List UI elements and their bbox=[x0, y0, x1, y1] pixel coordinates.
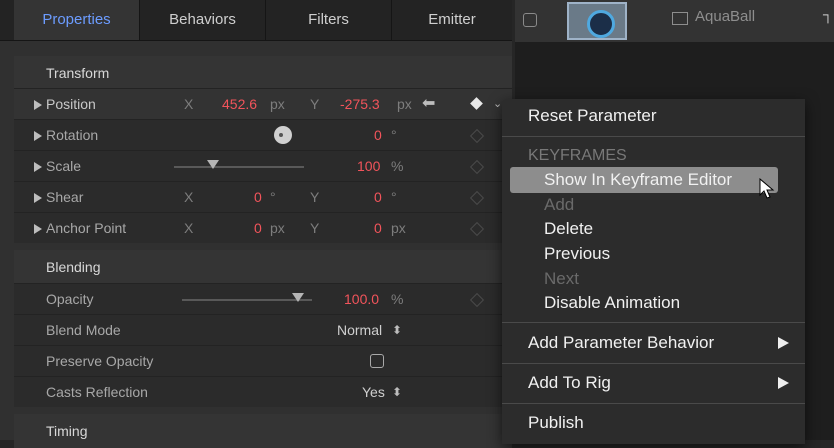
position-y-value[interactable]: -275.3 bbox=[340, 89, 380, 119]
shear-x-unit: ° bbox=[270, 189, 276, 205]
shear-y-value[interactable]: 0 bbox=[374, 182, 382, 212]
submenu-arrow-icon bbox=[778, 377, 789, 389]
disclosure-triangle-icon[interactable] bbox=[34, 131, 42, 141]
param-row-opacity[interactable]: Opacity 100.0 % bbox=[14, 283, 512, 314]
chevron-down-icon[interactable]: ⌄ bbox=[493, 89, 502, 119]
rotation-unit: ° bbox=[391, 127, 397, 143]
shear-x-value[interactable]: 0 bbox=[254, 182, 262, 212]
inspector-tab-bar: Properties Behaviors Filters Emitter bbox=[0, 0, 512, 41]
preserve-opacity-label: Preserve Opacity bbox=[46, 353, 154, 369]
anchor-x-unit: px bbox=[270, 220, 285, 236]
tab-filters[interactable]: Filters bbox=[266, 0, 391, 40]
shear-x-label: X bbox=[184, 189, 194, 205]
anchor-x-value[interactable]: 0 bbox=[254, 213, 262, 243]
menu-header-keyframes: KEYFRAMES bbox=[528, 147, 627, 164]
layer-thumbnail bbox=[567, 2, 627, 40]
param-row-blend-mode[interactable]: Blend Mode Normal ⬍ bbox=[14, 314, 512, 345]
anchor-y-unit: px bbox=[391, 220, 406, 236]
section-blending[interactable]: Blending bbox=[14, 250, 512, 284]
opacity-value[interactable]: 100.0 bbox=[344, 284, 379, 314]
keyframe-diamond-icon[interactable] bbox=[469, 190, 485, 206]
position-y-unit: px bbox=[397, 96, 412, 112]
scale-value[interactable]: 100 bbox=[357, 151, 380, 181]
submenu-arrow-icon bbox=[778, 337, 789, 349]
section-transform[interactable]: Transform bbox=[14, 56, 512, 90]
shear-y-unit: ° bbox=[391, 189, 397, 205]
param-row-scale[interactable]: Scale 100 % bbox=[14, 150, 512, 181]
position-y-label: Y bbox=[310, 96, 320, 112]
rotation-value[interactable]: 0 bbox=[374, 120, 382, 150]
position-x-unit: px bbox=[270, 96, 285, 112]
opacity-label: Opacity bbox=[46, 291, 94, 307]
menu-item-previous[interactable]: Previous bbox=[544, 244, 610, 264]
menu-item-next: Next bbox=[544, 269, 579, 288]
scale-slider-thumb[interactable] bbox=[207, 160, 219, 169]
anchor-y-label: Y bbox=[310, 220, 320, 236]
blend-mode-label: Blend Mode bbox=[46, 322, 121, 338]
scale-label: Scale bbox=[46, 158, 82, 174]
menu-item-publish[interactable]: Publish bbox=[528, 413, 584, 433]
keyframe-diamond-icon[interactable] bbox=[469, 128, 485, 144]
tab-properties[interactable]: Properties bbox=[14, 0, 139, 40]
rotation-dial[interactable] bbox=[274, 126, 292, 144]
keyframe-diamond-icon[interactable] bbox=[469, 221, 485, 237]
keyframe-diamond-icon[interactable] bbox=[470, 97, 483, 110]
scale-unit: % bbox=[391, 158, 404, 174]
casts-reflection-label: Casts Reflection bbox=[46, 384, 148, 400]
menu-item-add-to-rig[interactable]: Add To Rig bbox=[528, 373, 611, 393]
position-x-label: X bbox=[184, 96, 194, 112]
position-x-value[interactable]: 452.6 bbox=[222, 89, 257, 119]
lock-icon[interactable]: ┐ bbox=[823, 6, 833, 22]
updown-chevron-icon[interactable]: ⬍ bbox=[392, 377, 402, 407]
menu-item-add-parameter-behavior[interactable]: Add Parameter Behavior bbox=[528, 333, 714, 353]
opacity-unit: % bbox=[391, 291, 404, 307]
disclosure-triangle-icon[interactable] bbox=[34, 224, 42, 234]
param-row-rotation[interactable]: Rotation 0 ° bbox=[14, 119, 512, 150]
mouse-cursor-icon bbox=[759, 178, 775, 199]
rotation-label: Rotation bbox=[46, 127, 99, 143]
disclosure-triangle-icon[interactable] bbox=[34, 162, 42, 172]
position-label: Position bbox=[46, 96, 96, 112]
shear-label: Shear bbox=[46, 189, 84, 205]
shear-y-label: Y bbox=[310, 189, 320, 205]
layer-enable-checkbox[interactable] bbox=[523, 13, 537, 27]
param-row-anchor-point[interactable]: Anchor Point X 0 px Y 0 px bbox=[14, 212, 512, 243]
anchor-point-label: Anchor Point bbox=[46, 220, 127, 236]
param-row-shear[interactable]: Shear X 0 ° Y 0 ° bbox=[14, 181, 512, 212]
blend-mode-select[interactable]: Normal bbox=[337, 315, 382, 345]
anchor-y-value[interactable]: 0 bbox=[374, 213, 382, 243]
aqua-ball-image bbox=[587, 10, 615, 38]
menu-item-show-in-keyframe-editor[interactable]: Show In Keyframe Editor bbox=[544, 170, 732, 190]
menu-item-add: Add bbox=[544, 195, 575, 214]
image-icon bbox=[672, 12, 688, 25]
disclosure-triangle-icon[interactable] bbox=[34, 100, 42, 110]
opacity-slider-thumb[interactable] bbox=[292, 293, 304, 302]
keyframe-diamond-icon[interactable] bbox=[469, 292, 485, 308]
inspector-panel: Properties Behaviors Filters Emitter Tra… bbox=[0, 0, 512, 448]
param-row-casts-reflection[interactable]: Casts Reflection Yes ⬍ bbox=[14, 376, 512, 407]
keyframe-diamond-icon[interactable] bbox=[469, 159, 485, 175]
menu-item-reset-parameter[interactable]: Reset Parameter bbox=[528, 106, 657, 126]
menu-item-delete[interactable]: Delete bbox=[544, 219, 593, 239]
tab-emitter[interactable]: Emitter bbox=[392, 0, 512, 40]
scale-slider-track[interactable] bbox=[174, 166, 304, 168]
param-row-position[interactable]: Position X 452.6 px Y -275.3 px ⬅ ⌄ bbox=[14, 88, 512, 119]
section-timing[interactable]: Timing bbox=[14, 414, 512, 448]
menu-item-disable-animation[interactable]: Disable Animation bbox=[544, 293, 680, 313]
updown-chevron-icon[interactable]: ⬍ bbox=[392, 315, 402, 345]
context-menu: Reset Parameter KEYFRAMES Show In Keyfra… bbox=[502, 99, 805, 444]
layer-row[interactable]: AquaBall ┐ bbox=[515, 0, 834, 42]
layer-name: AquaBall bbox=[695, 8, 756, 25]
preserve-opacity-checkbox[interactable] bbox=[370, 354, 384, 368]
previous-keyframe-icon[interactable]: ⬅ bbox=[422, 89, 435, 119]
anchor-x-label: X bbox=[184, 220, 194, 236]
casts-reflection-select[interactable]: Yes bbox=[362, 377, 385, 407]
tab-behaviors[interactable]: Behaviors bbox=[140, 0, 265, 40]
param-row-preserve-opacity[interactable]: Preserve Opacity bbox=[14, 345, 512, 376]
disclosure-triangle-icon[interactable] bbox=[34, 193, 42, 203]
